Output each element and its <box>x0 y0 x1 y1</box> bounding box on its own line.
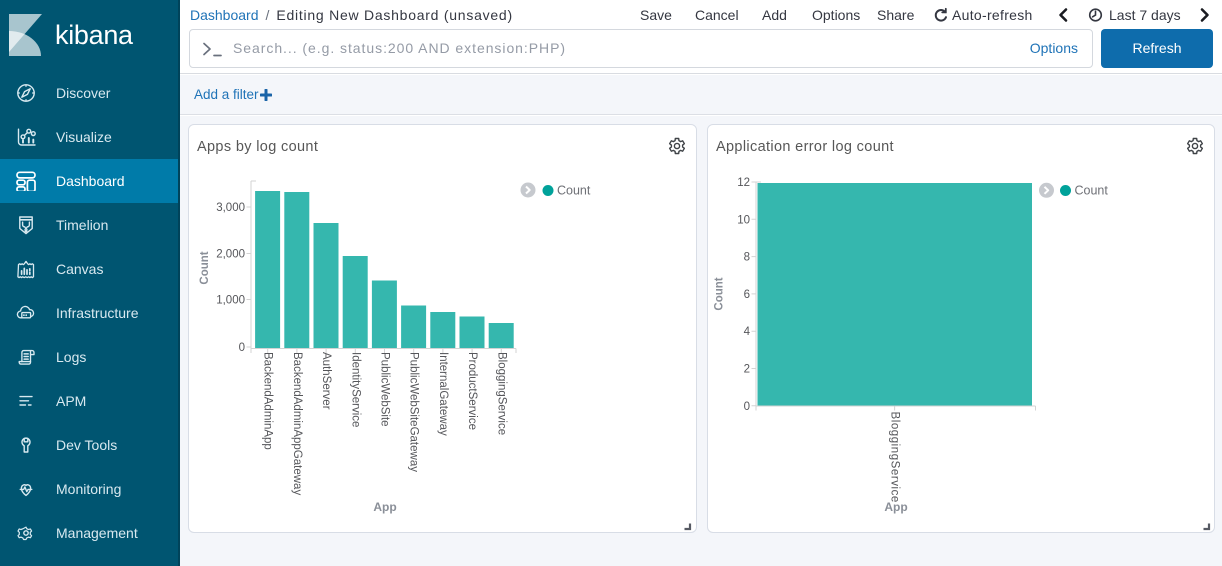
svg-text:BackendAdminAppGateway: BackendAdminAppGateway <box>291 352 303 495</box>
svg-text:10: 10 <box>737 214 750 226</box>
svg-text:4: 4 <box>744 326 751 338</box>
svg-text:InternalGateway: InternalGateway <box>437 352 449 436</box>
svg-text:App: App <box>884 500 907 514</box>
svg-text:App: App <box>373 500 396 514</box>
svg-text:12: 12 <box>737 177 750 189</box>
svg-text:2,000: 2,000 <box>216 249 245 261</box>
svg-text:3,000: 3,000 <box>216 202 245 214</box>
svg-text:0: 0 <box>239 342 245 354</box>
svg-text:1,000: 1,000 <box>216 295 245 307</box>
svg-text:8: 8 <box>744 252 750 264</box>
svg-text:6: 6 <box>744 289 750 301</box>
svg-text:Count: Count <box>199 251 211 284</box>
svg-text:2: 2 <box>744 364 750 376</box>
svg-text:0: 0 <box>744 401 750 413</box>
svg-text:Count: Count <box>557 184 591 198</box>
svg-text:ProductService: ProductService <box>466 352 478 430</box>
svg-text:PublicWebSiteGateway: PublicWebSiteGateway <box>408 352 420 472</box>
svg-text:IdentityService: IdentityService <box>349 352 361 427</box>
svg-text:AuthServer: AuthServer <box>320 352 332 410</box>
svg-text:BloggingService: BloggingService <box>495 352 507 435</box>
svg-text:PublicWebSite: PublicWebSite <box>379 352 391 427</box>
svg-text:BackendAdminApp: BackendAdminApp <box>262 352 274 450</box>
svg-text:BloggingService: BloggingService <box>889 412 901 503</box>
svg-text:Count: Count <box>1075 184 1109 198</box>
svg-text:Count: Count <box>714 277 726 310</box>
